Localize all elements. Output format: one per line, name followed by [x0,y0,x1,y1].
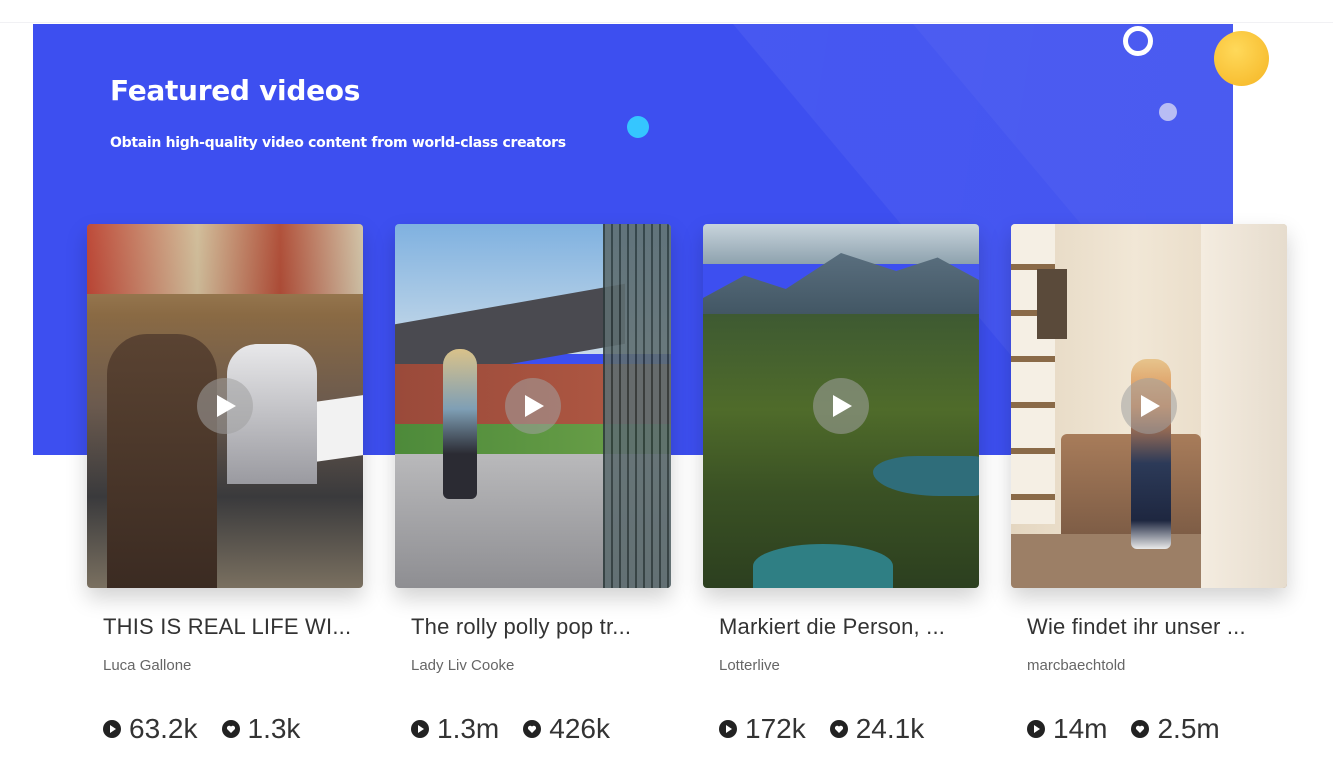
heart-circle-icon [829,720,848,738]
video-title[interactable]: Wie findet ihr unser ... [1027,614,1287,640]
video-author[interactable]: Lady Liv Cooke [411,657,514,674]
likes-stat: 24.1k [829,713,925,745]
play-icon [833,395,852,417]
play-icon [525,395,544,417]
video-author[interactable]: Lotterlive [719,657,780,674]
video-stats: 14m 2.5m [1027,711,1244,747]
heart-circle-icon [221,720,240,738]
likes-count: 2.5m [1157,713,1220,744]
views-stat: 63.2k [103,713,198,745]
heart-circle-icon [523,720,542,738]
views-stat: 1.3m [411,713,499,745]
play-circle-icon [103,720,121,738]
dot-decoration [1159,103,1177,121]
views-stat: 172k [719,713,806,745]
likes-count: 24.1k [855,713,925,744]
video-stats: 63.2k 1.3k [103,711,324,747]
section-subtitle: Obtain high-quality video content from w… [110,135,566,151]
video-card[interactable]: Markiert die Person, ... Lotterlive 172k… [703,224,979,744]
views-stat: 14m [1027,713,1107,745]
video-thumbnail[interactable] [395,224,671,588]
play-button[interactable] [197,378,253,434]
dot-decoration [627,116,649,138]
video-card[interactable]: The rolly polly pop tr... Lady Liv Cooke… [395,224,671,744]
play-circle-icon [1027,720,1045,738]
play-icon [1141,395,1160,417]
video-author[interactable]: Luca Gallone [103,657,191,674]
video-stats: 172k 24.1k [719,711,948,747]
top-bar [0,0,1333,23]
play-button[interactable] [1121,378,1177,434]
views-count: 172k [745,713,806,744]
likes-count: 426k [549,713,610,744]
sun-decoration [1214,31,1269,86]
video-card[interactable]: Wie findet ihr unser ... marcbaechtold 1… [1011,224,1287,744]
views-count: 1.3m [437,713,500,744]
section-title: Featured videos [110,74,361,107]
video-thumbnail[interactable] [1011,224,1287,588]
ring-decoration [1123,26,1153,56]
video-thumbnail[interactable] [703,224,979,588]
likes-stat: 426k [523,713,610,745]
likes-stat: 2.5m [1131,713,1220,745]
video-thumbnail[interactable] [87,224,363,588]
play-button[interactable] [505,378,561,434]
heart-circle-icon [1131,720,1150,738]
likes-stat: 1.3k [221,713,301,745]
play-button[interactable] [813,378,869,434]
video-stats: 1.3m 426k [411,711,634,747]
video-author[interactable]: marcbaechtold [1027,657,1125,674]
views-count: 14m [1053,713,1108,744]
play-circle-icon [719,720,737,738]
video-title[interactable]: Markiert die Person, ... [719,614,979,640]
video-card[interactable]: THIS IS REAL LIFE WI... Luca Gallone 63.… [87,224,363,744]
video-title[interactable]: THIS IS REAL LIFE WI... [103,614,363,640]
likes-count: 1.3k [247,713,301,744]
play-icon [217,395,236,417]
play-circle-icon [411,720,429,738]
views-count: 63.2k [129,713,198,744]
video-title[interactable]: The rolly polly pop tr... [411,614,671,640]
